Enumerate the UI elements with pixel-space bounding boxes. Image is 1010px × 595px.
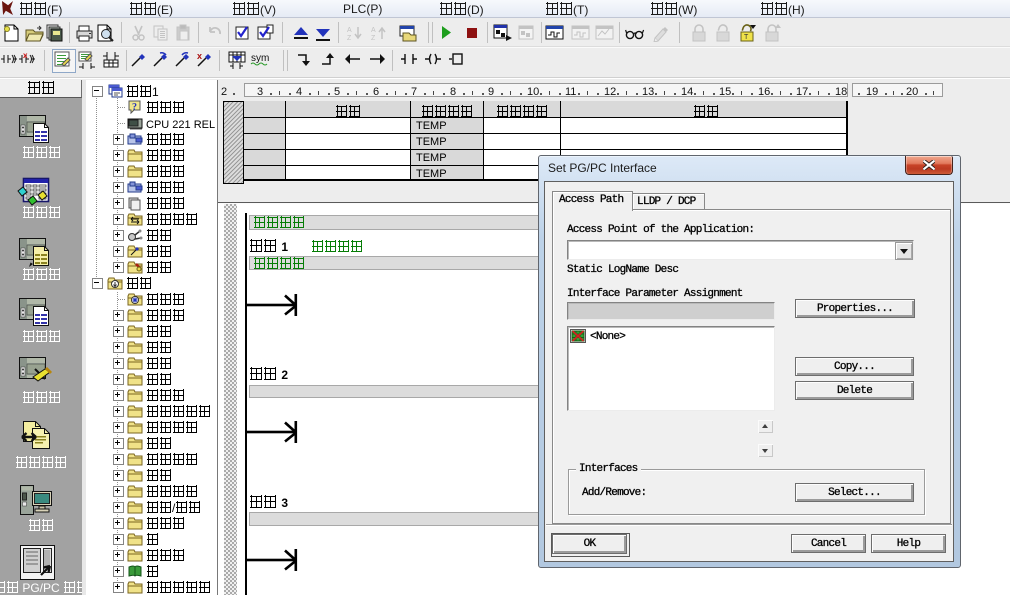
svg-text:x: x — [23, 51, 28, 60]
svg-text:x: x — [197, 51, 202, 61]
svg-text:?: ? — [132, 102, 137, 113]
svg-text:Z: Z — [347, 35, 352, 42]
svg-text:Z: Z — [371, 35, 376, 42]
svg-text:A: A — [347, 27, 352, 34]
svg-text:sym: sym — [251, 53, 269, 64]
svg-text:T: T — [744, 34, 749, 41]
svg-text:A: A — [371, 27, 376, 34]
